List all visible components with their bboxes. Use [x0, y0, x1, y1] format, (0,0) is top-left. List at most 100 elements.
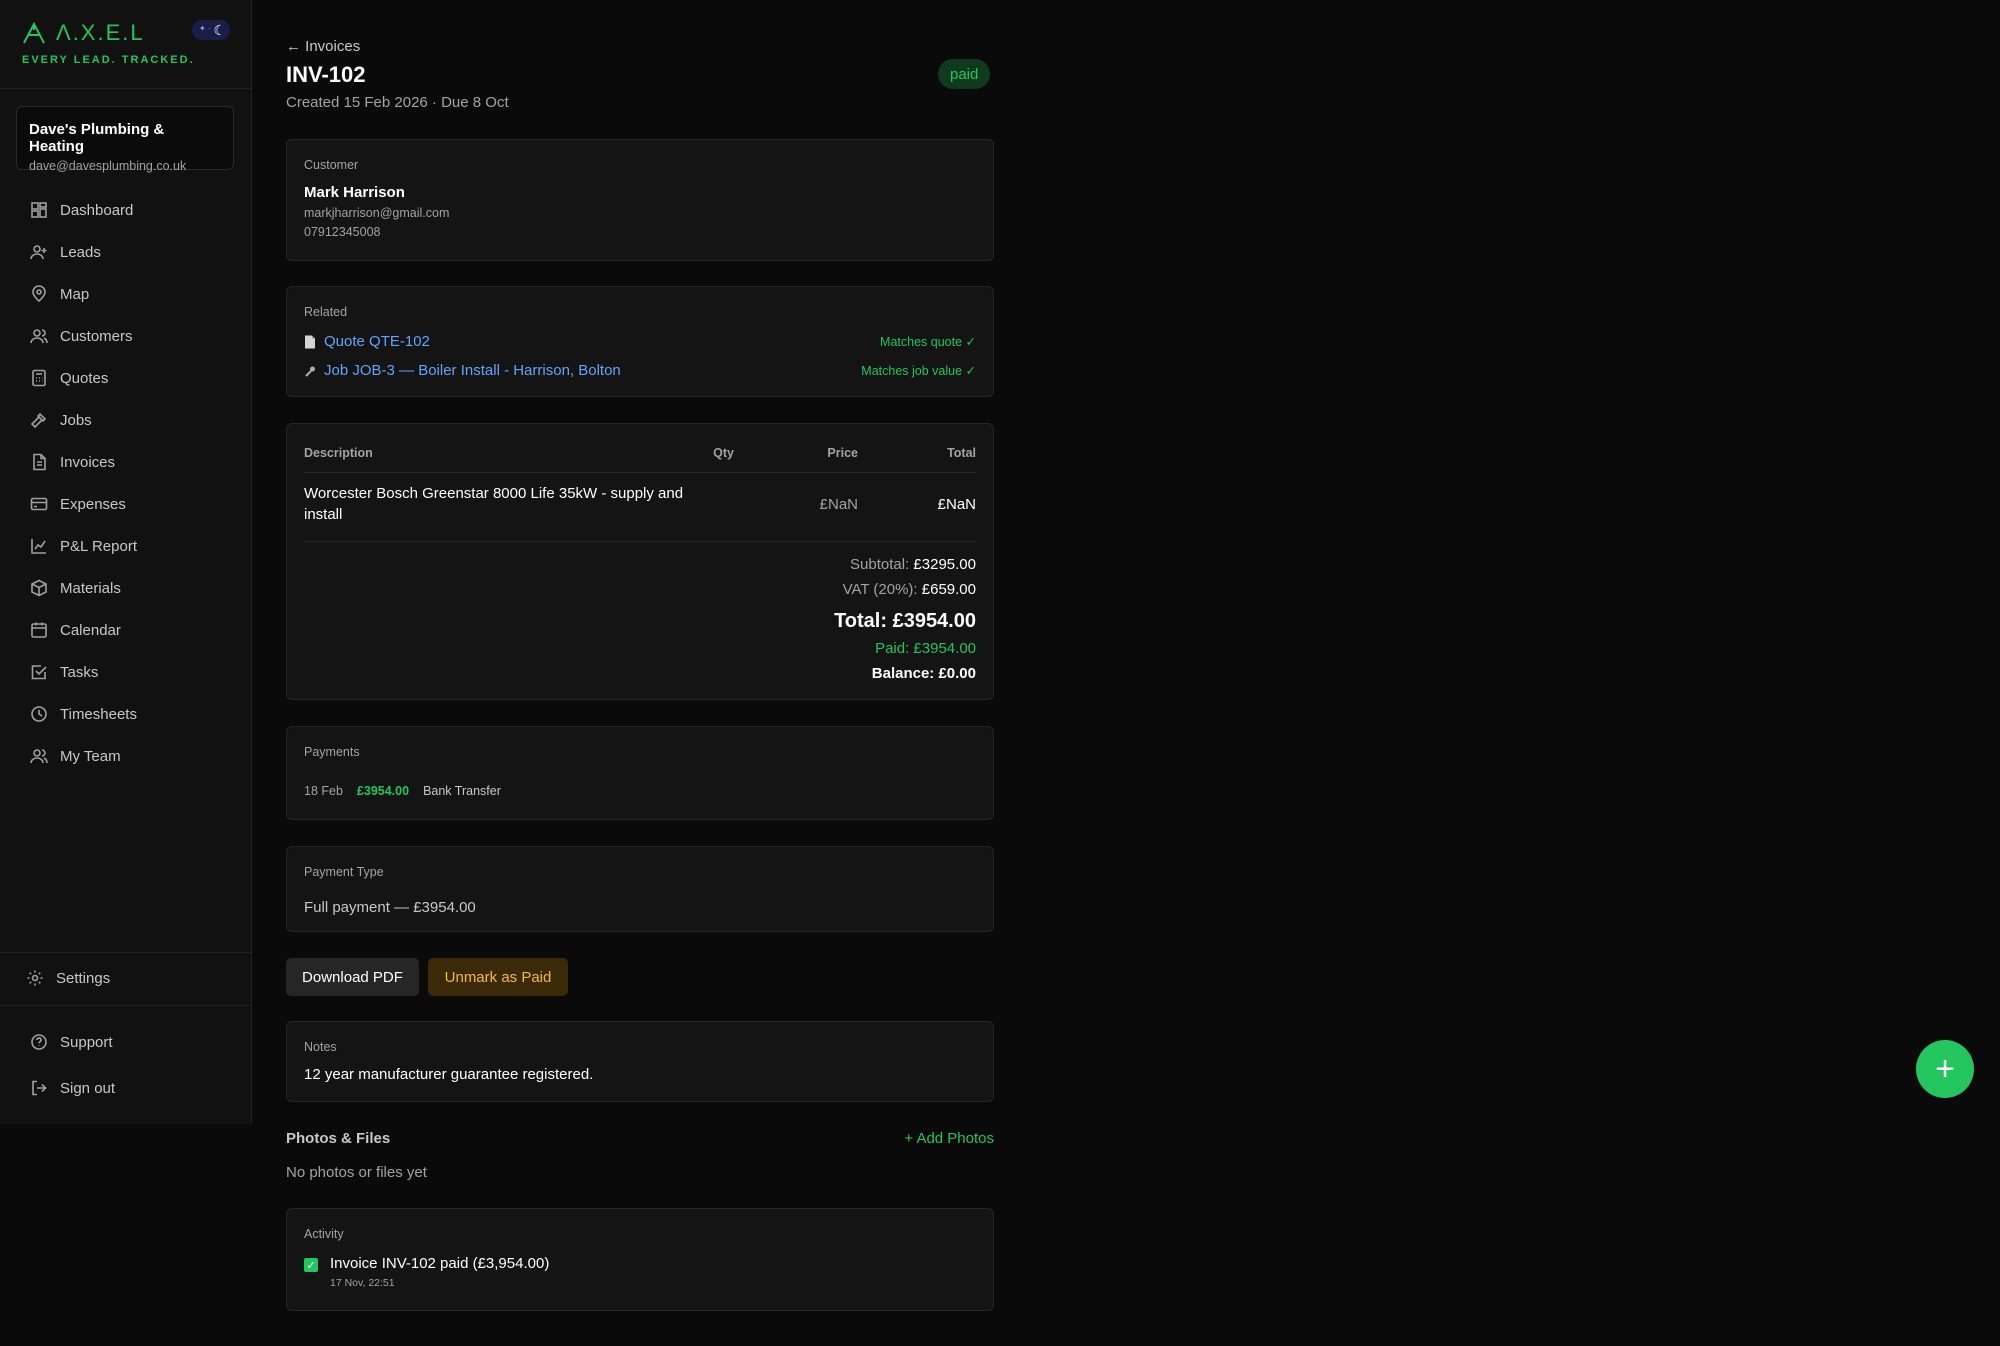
payment-type-label: Payment Type: [304, 865, 384, 879]
customer-label: Customer: [304, 158, 359, 172]
sidebar-item-calendar[interactable]: Calendar: [22, 609, 232, 651]
sidebar-item-expenses[interactable]: Expenses: [22, 483, 232, 525]
users-icon: [30, 749, 48, 764]
quote-link-label: Quote QTE-102: [324, 333, 430, 350]
line-chart-icon: [31, 539, 46, 554]
map-pin-icon: [32, 285, 46, 303]
settings-link[interactable]: Settings: [26, 966, 110, 990]
payment-date: 18 Feb: [304, 784, 343, 798]
add-photos-button[interactable]: + Add Photos: [904, 1130, 994, 1147]
theme-toggle[interactable]: ✦ · ☾: [192, 20, 230, 40]
sidebar-item-label: Calendar: [60, 621, 121, 639]
users-icon: [30, 329, 48, 344]
job-link[interactable]: Job JOB-3 — Boiler Install - Harrison, B…: [304, 362, 621, 379]
document-icon: [305, 335, 315, 348]
table-header-row: Description Qty Price Total: [304, 442, 976, 473]
activity-label: Activity: [304, 1227, 344, 1241]
payment-type-value: Full payment — £3954.00: [304, 899, 476, 916]
sidebar-item-pl-report[interactable]: P&L Report: [22, 525, 232, 567]
payment-amount: £3954.00: [356, 784, 410, 798]
unmark-paid-button[interactable]: Unmark as Paid: [428, 958, 568, 996]
vat-row: VAT (20%): £659.00: [304, 581, 976, 606]
notes-card: Notes 12 year manufacturer guarantee reg…: [286, 1021, 994, 1102]
customer-email: markjharrison@gmail.com: [304, 206, 450, 220]
activity-text: Invoice INV-102 paid (£3,954.00): [330, 1255, 550, 1272]
photos-section-title: Photos & Files: [286, 1130, 391, 1147]
status-badge: paid: [938, 59, 991, 89]
payments-card: Payments 18 Feb £3954.00 Bank Transfer: [286, 726, 994, 820]
gear-icon: [27, 970, 43, 986]
related-card: Related Quote QTE-102 Matches quote ✓ Jo…: [286, 286, 994, 397]
stars-icon: ✦ ·: [199, 24, 211, 33]
sidebar-item-label: Invoices: [60, 453, 116, 471]
sidebar-item-customers[interactable]: Customers: [22, 315, 232, 357]
item-price: £NaN: [734, 472, 858, 542]
sidebar-item-timesheets[interactable]: Timesheets: [22, 693, 232, 735]
line-items-card: Description Qty Price Total Worcester Bo…: [286, 423, 994, 700]
divider: [0, 88, 252, 89]
calendar-icon: [31, 622, 47, 638]
calculator-icon: [32, 369, 46, 387]
hammer-icon: [30, 412, 47, 429]
account-card[interactable]: Dave's Plumbing & Heating dave@davesplum…: [16, 106, 234, 173]
sidebar-item-dashboard[interactable]: Dashboard: [22, 189, 232, 231]
page-title: INV-102: [286, 62, 366, 87]
totals: Subtotal: £3295.00 VAT (20%): £659.00 To…: [304, 556, 976, 690]
payment-type-card: Payment Type Full payment — £3954.00: [286, 846, 994, 932]
sidebar-item-label: P&L Report: [60, 537, 137, 555]
quote-link[interactable]: Quote QTE-102: [304, 333, 430, 350]
file-text-icon: [33, 453, 46, 471]
line-items-table: Description Qty Price Total Worcester Bo…: [304, 442, 976, 542]
account-email: dave@davesplumbing.co.uk: [29, 159, 187, 173]
wrench-icon: [305, 366, 315, 377]
brand[interactable]: Λ.X.E.L EVERY LEAD. TRACKED.: [22, 20, 195, 66]
sidebar-item-invoices[interactable]: Invoices: [22, 441, 232, 483]
vat-label: VAT (20%):: [842, 581, 918, 598]
column-header-total: Total: [858, 442, 976, 473]
grid-icon: [31, 202, 47, 218]
activity-item: ✓ Invoice INV-102 paid (£3,954.00) 17 No…: [304, 1255, 976, 1289]
related-quote-row: Quote QTE-102 Matches quote ✓: [304, 327, 976, 356]
page-subtitle: Created 15 Feb 2026 · Due 8 Oct: [286, 94, 509, 111]
moon-icon: ☾: [213, 21, 226, 38]
vat-value: £659.00: [921, 581, 976, 598]
back-to-invoices-link[interactable]: ← Invoices: [286, 38, 360, 55]
logo-icon: [23, 22, 45, 44]
sidebar-item-map[interactable]: Map: [22, 273, 232, 315]
sidebar-item-leads[interactable]: Leads: [22, 231, 232, 273]
sidebar-nav: Dashboard Leads Map Customers Quotes Job…: [22, 189, 232, 777]
payments-label: Payments: [304, 745, 360, 759]
support-label: Support: [60, 1033, 113, 1051]
sign-out-link[interactable]: Sign out: [30, 1076, 115, 1100]
log-out-icon: [32, 1080, 47, 1096]
quote-match-status: Matches quote ✓: [880, 335, 976, 349]
download-pdf-button[interactable]: Download PDF: [286, 958, 419, 996]
support-link[interactable]: Support: [30, 1030, 113, 1054]
sidebar-item-materials[interactable]: Materials: [22, 567, 232, 609]
sidebar-item-label: Materials: [60, 579, 121, 597]
column-header-qty: Qty: [702, 442, 734, 473]
balance-amount: Balance: £0.00: [871, 665, 976, 682]
divider: [0, 952, 252, 953]
paid-amount: Paid: £3954.00: [875, 640, 976, 657]
notes-text: 12 year manufacturer guarantee registere…: [304, 1066, 594, 1083]
column-header-description: Description: [304, 442, 702, 473]
customer-name[interactable]: Mark Harrison: [304, 184, 976, 201]
column-header-price: Price: [734, 442, 858, 473]
job-link-label: Job JOB-3 — Boiler Install - Harrison, B…: [324, 362, 621, 379]
sidebar-item-label: Jobs: [60, 411, 92, 429]
sidebar-item-my-team[interactable]: My Team: [22, 735, 232, 777]
sidebar-item-tasks[interactable]: Tasks: [22, 651, 232, 693]
add-fab-button[interactable]: +: [1916, 1040, 1974, 1098]
sidebar-item-quotes[interactable]: Quotes: [22, 357, 232, 399]
credit-card-icon: [30, 497, 48, 511]
subtotal-value: £3295.00: [913, 556, 976, 573]
sidebar-item-label: Dashboard: [60, 201, 134, 219]
activity-card: Activity ✓ Invoice INV-102 paid (£3,954.…: [286, 1208, 994, 1311]
payment-row: 18 Feb £3954.00 Bank Transfer: [304, 784, 976, 798]
payment-method: Bank Transfer: [423, 784, 501, 798]
customer-phone: 07912345008: [304, 225, 381, 239]
brand-tagline: EVERY LEAD. TRACKED.: [22, 54, 195, 66]
sidebar-item-jobs[interactable]: Jobs: [22, 399, 232, 441]
sidebar-item-label: My Team: [60, 747, 121, 765]
